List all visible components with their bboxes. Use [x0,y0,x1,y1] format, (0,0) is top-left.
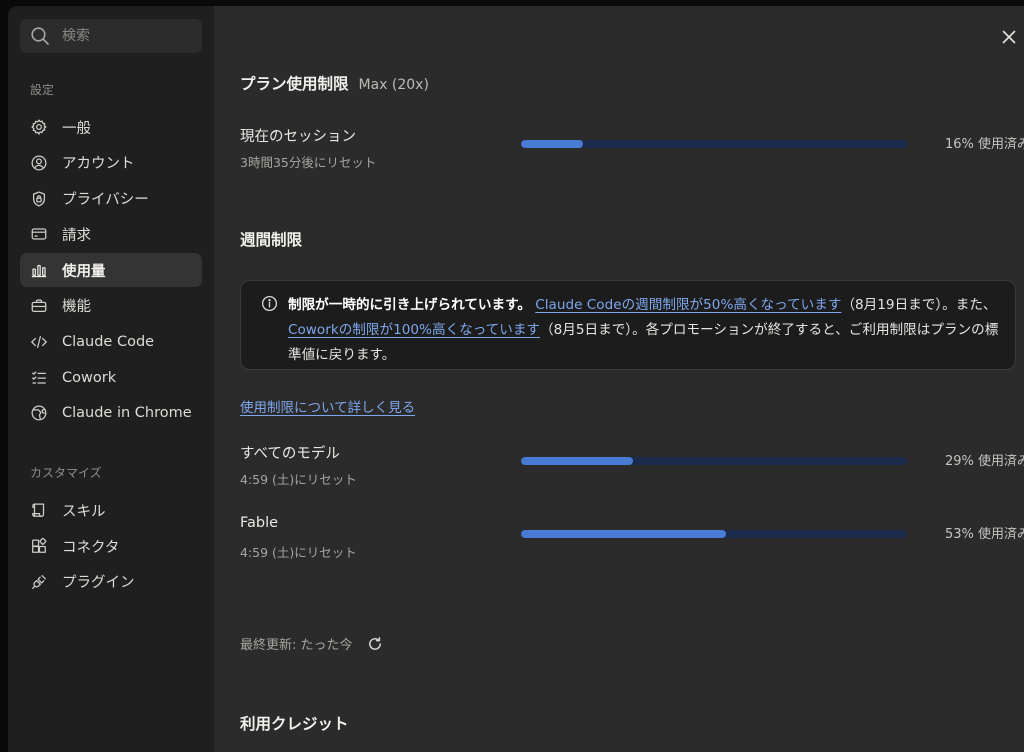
code-icon [30,333,48,351]
sidebar-item-label: プラグイン [62,575,135,592]
sidebar-item-general[interactable]: 一般 [20,110,202,144]
bar-chart-icon [30,261,48,279]
sidebar-item-claude-code[interactable]: Claude Code [20,325,202,359]
briefcase-icon [30,297,48,315]
sidebar-item-label: Claude Code [62,333,155,350]
usage-credits-heading: 利用クレジット [240,715,349,733]
settings-section-label: 設定 [30,83,55,97]
fable-usage-row: Fable 4:59 (土)にリセット 53% 使用済み [240,515,1024,561]
sidebar-item-features[interactable]: 機能 [20,289,202,323]
shield-lock-icon [30,190,48,208]
all-models-progress-bar [521,457,907,465]
last-updated-text: 最終更新: たった今 [240,638,353,653]
search-input[interactable] [62,28,182,44]
sidebar-item-connectors[interactable]: コネクタ [20,529,202,563]
sidebar-item-label: Cowork [62,369,117,386]
notice-bold-text: 制限が一時的に引き上げられています。 [288,297,531,313]
plan-name: Max (20x) [358,77,429,93]
notice-text: 制限が一時的に引き上げられています。 Claude Codeの週間制限が50%高… [288,293,1001,369]
fable-reset-text: 4:59 (土)にリセット [240,545,357,560]
sidebar-item-label: Claude in Chrome [62,405,192,422]
all-models-label: すべてのモデル [240,446,340,462]
plan-usage-header: プラン使用制限 Max (20x) [240,72,429,94]
plug-icon [30,573,48,591]
session-usage-row: 現在のセッション 3時間35分後にリセット 16% 使用済み [240,125,1024,171]
customize-section-label: カスタマイズ [30,466,102,481]
sidebar-item-label: コネクタ [62,539,120,556]
cowork-promo-link[interactable]: Coworkの制限が100%高くなっています [288,322,540,338]
info-icon [261,295,278,312]
sidebar-item-plugins[interactable]: プラグイン [20,565,202,599]
all-models-reset-text: 4:59 (土)にリセット [240,472,357,487]
session-progress-fill [521,140,583,148]
checklist-icon [30,369,48,387]
gear-icon [30,118,48,136]
fable-progress-fill [521,530,726,538]
settings-window: 設定 一般 アカウント プライバシー 請求 [8,6,1024,752]
session-progress-bar [521,140,907,148]
session-reset-text: 3時間35分後にリセット [240,155,377,170]
search-box[interactable] [20,19,202,53]
settings-sidebar: 設定 一般 アカウント プライバシー 請求 [8,6,214,752]
blocks-icon [30,537,48,555]
search-icon [31,27,49,45]
claude-code-promo-link[interactable]: Claude Codeの週間制限が50%高くなっています [535,297,841,313]
notice-text-1: （8月19日まで）。また、 [841,297,997,313]
sidebar-item-account[interactable]: アカウント [20,146,202,180]
refresh-icon[interactable] [367,636,383,652]
sidebar-item-label: アカウント [62,156,135,173]
weekly-limits-heading: 週間制限 [240,231,303,249]
fable-progress-bar [521,530,907,538]
sidebar-item-skills[interactable]: スキル [20,493,202,527]
sidebar-item-label: 一般 [62,120,91,137]
sidebar-item-cowork[interactable]: Cowork [20,361,202,395]
close-icon[interactable] [1000,28,1018,46]
page-title: プラン使用制限 [240,75,349,93]
limit-increase-notice: 制限が一時的に引き上げられています。 Claude Codeの週間制限が50%高… [240,280,1016,370]
usage-panel: プラン使用制限 Max (20x) 現在のセッション 3時間35分後にリセット … [214,6,1024,752]
sidebar-item-label: 請求 [62,227,91,244]
sidebar-item-usage[interactable]: 使用量 [20,253,202,288]
sidebar-item-label: スキル [62,503,106,520]
sidebar-item-label: プライバシー [62,192,149,209]
all-models-usage-row: すべてのモデル 4:59 (土)にリセット 29% 使用済み [240,442,1024,488]
sidebar-item-claude-in-chrome[interactable]: Claude in Chrome [20,396,202,430]
user-circle-icon [30,154,48,172]
sidebar-item-label: 使用量 [62,263,106,280]
last-updated: 最終更新: たった今 [240,634,383,653]
fable-label: Fable [240,515,279,531]
learn-more-link[interactable]: 使用制限について詳しく見る [240,396,415,416]
scroll-icon [30,501,48,519]
sidebar-item-privacy[interactable]: プライバシー [20,182,202,216]
session-label: 現在のセッション [240,129,356,145]
sidebar-item-label: 機能 [62,299,91,316]
all-models-progress-fill [521,457,633,465]
session-percent: 16% 使用済み [944,137,1024,152]
globe-icon [30,404,48,422]
all-models-percent: 29% 使用済み [944,454,1024,469]
credit-card-icon [30,225,48,243]
sidebar-item-billing[interactable]: 請求 [20,217,202,251]
fable-percent: 53% 使用済み [944,527,1024,542]
